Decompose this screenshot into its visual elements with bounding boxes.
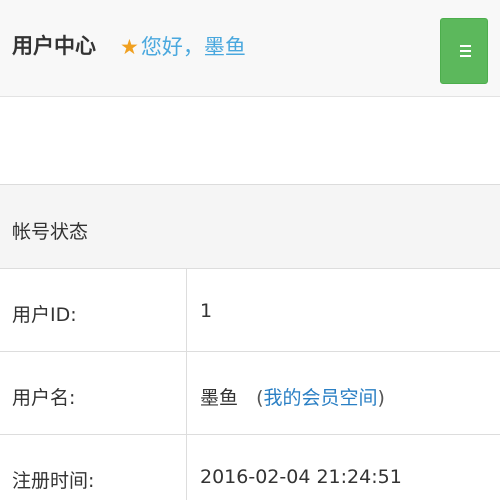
- username-value: 墨鱼: [200, 387, 239, 409]
- close-paren: ): [377, 387, 385, 409]
- account-status-panel: 帐号状态 用户ID: 1 用户名: 墨鱼 (我的会员空间) 注册时间: 2016…: [0, 184, 500, 500]
- member-space-link[interactable]: 我的会员空间: [263, 387, 377, 409]
- star-icon: ★: [120, 35, 139, 59]
- column-divider: [186, 352, 187, 435]
- username-label: 用户名:: [12, 387, 76, 409]
- greeting-text[interactable]: 您好，墨鱼: [141, 35, 246, 59]
- username-value-cell: 墨鱼 (我的会员空间): [200, 383, 385, 410]
- column-divider: [186, 269, 187, 352]
- user-greeting[interactable]: ★您好，墨鱼: [120, 31, 246, 61]
- column-divider: [186, 435, 187, 500]
- register-time-value: 2016-02-04 21:24:51: [200, 466, 402, 488]
- table-row-register-time: 注册时间: 2016-02-04 21:24:51: [0, 435, 500, 500]
- brand-title[interactable]: 用户中心: [12, 30, 96, 60]
- menu-toggle-button[interactable]: [440, 18, 488, 84]
- user-center-page: 用户中心 ★您好，墨鱼 帐号状态 用户ID: 1 用户名: 墨鱼 (我的会员空间…: [0, 0, 500, 500]
- hamburger-icon: [460, 45, 471, 57]
- register-time-label: 注册时间:: [12, 470, 95, 492]
- user-id-label: 用户ID:: [12, 304, 77, 326]
- user-id-value: 1: [200, 300, 213, 322]
- panel-heading: 帐号状态: [0, 185, 500, 269]
- table-row-user-id: 用户ID: 1: [0, 269, 500, 352]
- panel-title: 帐号状态: [12, 221, 89, 243]
- top-navbar: 用户中心 ★您好，墨鱼: [0, 0, 500, 97]
- table-row-username: 用户名: 墨鱼 (我的会员空间): [0, 352, 500, 435]
